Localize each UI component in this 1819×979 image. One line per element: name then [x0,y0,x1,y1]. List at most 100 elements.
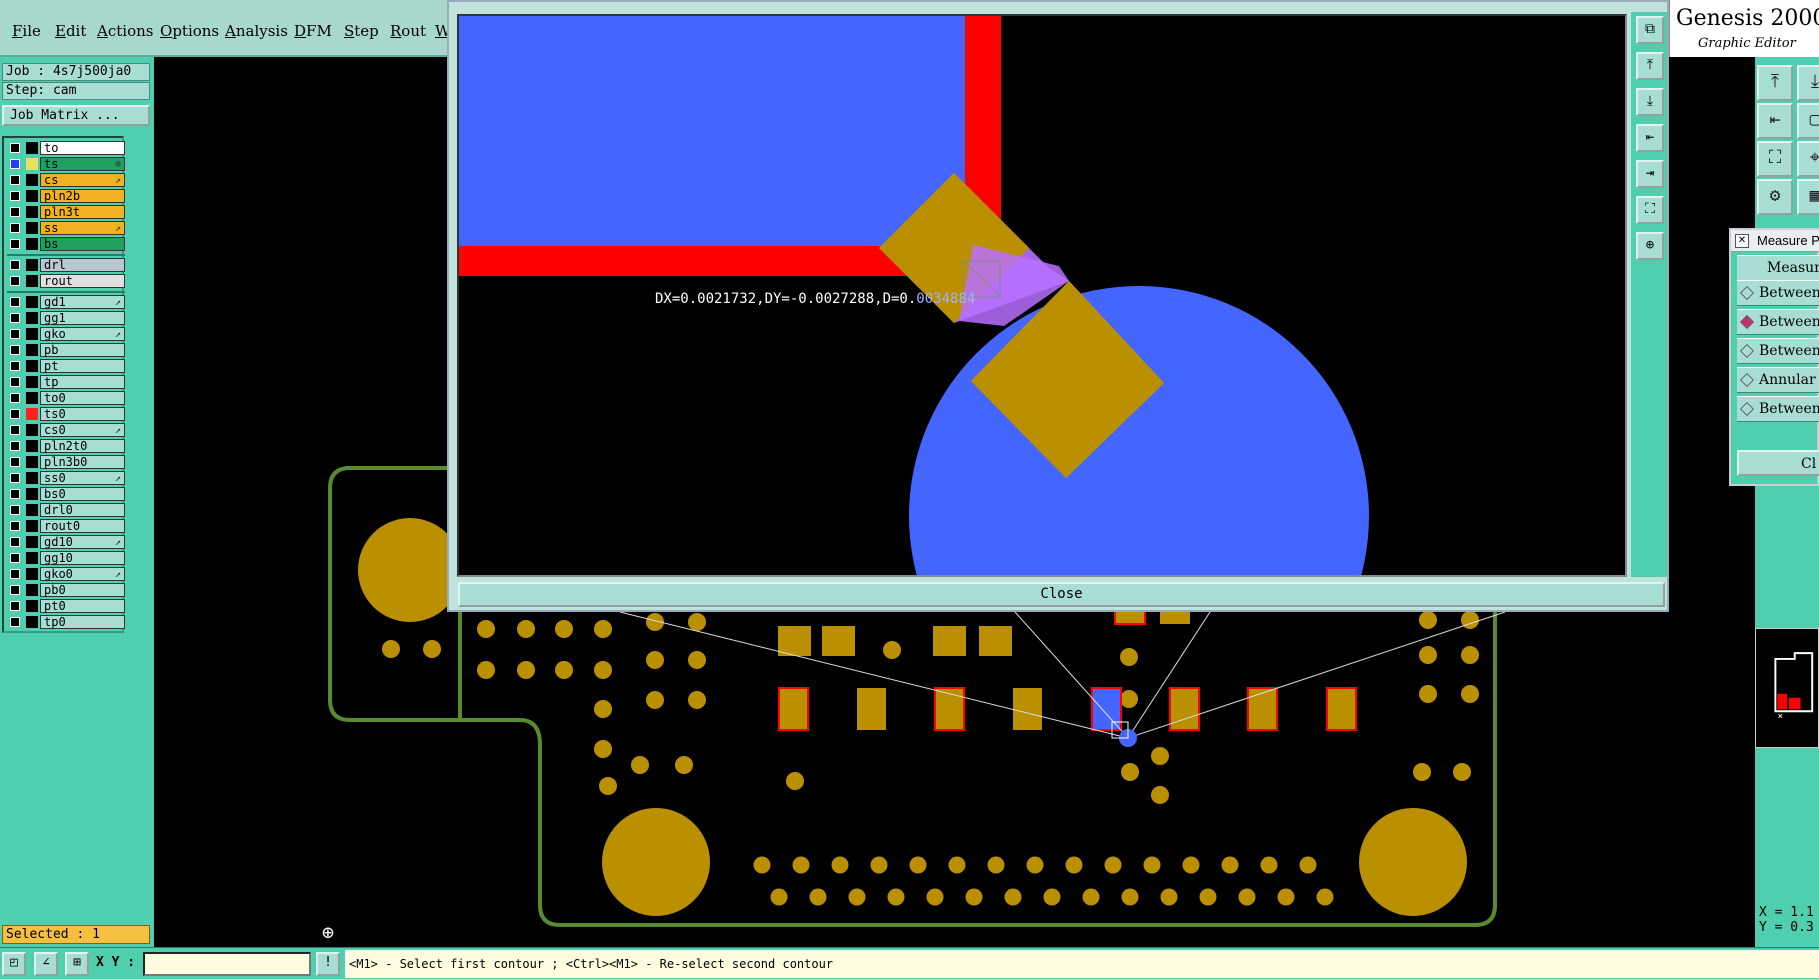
job-matrix-button[interactable]: Job Matrix ... [2,105,150,126]
pv-pan-left-icon[interactable]: ⇤ [1636,124,1664,152]
layer-row-pln3b0[interactable]: pln3b0 [7,455,125,469]
smd-pad[interactable] [1169,687,1200,731]
menu-step[interactable]: Step [344,22,379,40]
via[interactable] [1260,856,1278,874]
via[interactable] [599,777,617,795]
fit-icon[interactable]: ⛶ [1757,141,1793,177]
via[interactable] [1461,685,1479,703]
via[interactable] [1043,888,1061,906]
via[interactable] [870,856,888,874]
layer-checkbox[interactable] [10,393,20,403]
via[interactable] [1065,856,1083,874]
via[interactable] [594,661,612,679]
layer-checkbox[interactable] [10,441,20,451]
layer-checkbox[interactable] [10,276,20,286]
layer-checkbox[interactable] [10,601,20,611]
zoom-down-icon[interactable]: ⤓ [1797,65,1819,101]
grid-icon[interactable]: ▦ [1797,179,1819,215]
layer-checkbox[interactable] [10,553,20,563]
layer-row-gg10[interactable]: gg10 [7,551,125,565]
layer-checkbox[interactable] [10,207,20,217]
via[interactable] [594,620,612,638]
layer-row-bs0[interactable]: bs0 [7,487,125,501]
pv-fit-icon[interactable]: ⛶ [1636,196,1664,224]
layer-row-pln2b[interactable]: pln2b [7,189,125,203]
via[interactable] [1413,763,1431,781]
layer-row-ss[interactable]: ss ↗ [7,221,125,235]
layer-row-pt[interactable]: pt [7,359,125,373]
via[interactable] [1277,888,1295,906]
via[interactable] [1121,763,1139,781]
layer-checkbox[interactable] [10,361,20,371]
layer-row-drl[interactable]: drl [7,258,125,272]
layer-checkbox[interactable] [10,313,20,323]
mounting-hole[interactable] [602,808,710,916]
via[interactable] [423,640,441,658]
via[interactable] [594,700,612,718]
smd-pad[interactable] [1160,610,1190,624]
layer-row-bs[interactable]: bs [7,237,125,251]
via[interactable] [1151,747,1169,765]
layer-checkbox[interactable] [10,297,20,307]
grid-snap-icon[interactable]: ⊞ [65,952,89,976]
via[interactable] [1182,856,1200,874]
menu-dfm[interactable]: DFM [294,22,332,40]
layer-checkbox[interactable] [10,409,20,419]
xy-input[interactable] [143,952,311,976]
layer-checkbox[interactable] [10,143,20,153]
smd-pad[interactable] [1326,687,1357,731]
layer-checkbox[interactable] [10,585,20,595]
via[interactable] [786,772,804,790]
layer-checkbox[interactable] [10,617,20,627]
layer-row-pb[interactable]: pb [7,343,125,357]
via[interactable] [1419,611,1437,629]
via[interactable] [848,888,866,906]
via[interactable] [555,620,573,638]
via[interactable] [1160,888,1178,906]
pointer-icon[interactable]: ⚙ [1757,179,1793,215]
measure-option[interactable]: Between [1737,338,1819,364]
layer-checkbox[interactable] [10,345,20,355]
smd-pad[interactable] [778,687,809,731]
menu-actions[interactable]: Actions [97,22,153,40]
layer-checkbox[interactable] [10,239,20,249]
via[interactable] [382,640,400,658]
menu-rout[interactable]: Rout [390,22,426,40]
layer-checkbox[interactable] [10,569,20,579]
via[interactable] [1221,856,1239,874]
layer-row-gd1[interactable]: gd1 ↗ [7,295,125,309]
via[interactable] [1120,690,1138,708]
smd-pad[interactable] [822,626,855,656]
via[interactable] [770,888,788,906]
via[interactable] [909,856,927,874]
layer-checkbox[interactable] [10,223,20,233]
smd-pad[interactable] [857,688,886,730]
popview-close-button[interactable]: Close [458,582,1665,607]
smd-pad[interactable] [934,687,965,731]
popview-canvas[interactable]: DX=0.0021732,DY=-0.0027288,D=0.0034884 [457,14,1627,577]
via[interactable] [1151,786,1169,804]
via[interactable] [1143,856,1161,874]
menu-edit[interactable]: Edit [55,22,86,40]
pv-zoom-out-icon[interactable]: ⤓ [1636,88,1664,116]
layer-row-tp0[interactable]: tp0 [7,615,125,629]
measure-close-button[interactable]: Cl [1737,450,1819,476]
measure-close-icon[interactable]: ✕ [1735,234,1749,248]
via[interactable] [555,661,573,679]
measure-option[interactable]: Between [1737,396,1819,422]
via[interactable] [688,691,706,709]
layer-checkbox[interactable] [10,537,20,547]
via[interactable] [477,620,495,638]
layer-checkbox[interactable] [10,329,20,339]
layer-row-drl0[interactable]: drl0 [7,503,125,517]
mounting-hole[interactable] [1359,808,1467,916]
layer-row-cs0[interactable]: cs0 ↗ [7,423,125,437]
layer-row-gg1[interactable]: gg1 [7,311,125,325]
via[interactable] [1419,646,1437,664]
via[interactable] [1082,888,1100,906]
via[interactable] [1453,763,1471,781]
via[interactable] [883,641,901,659]
via[interactable] [646,691,664,709]
via[interactable] [1004,888,1022,906]
via[interactable] [1121,888,1139,906]
